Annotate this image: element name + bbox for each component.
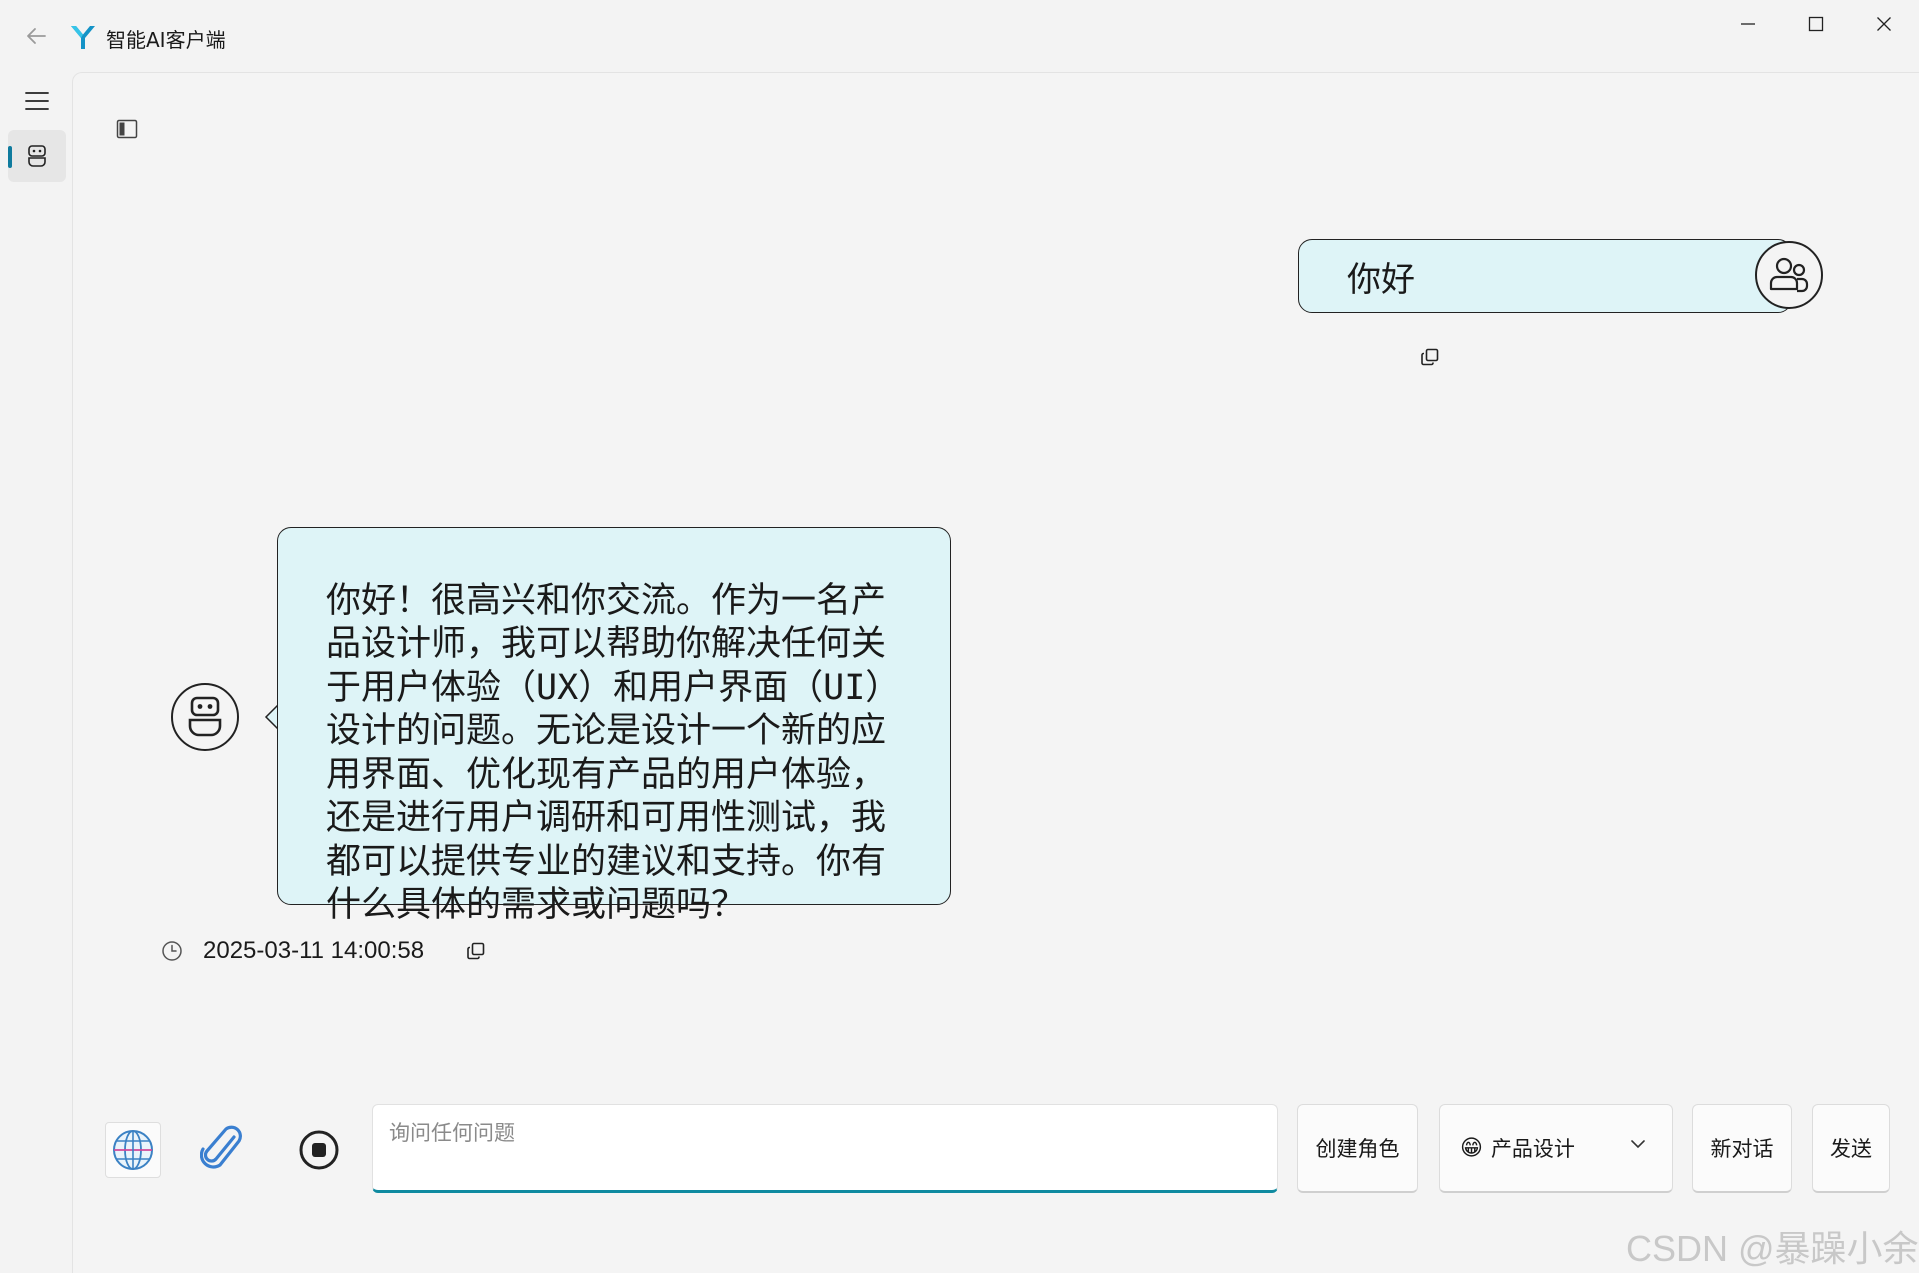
window-title: 智能AI客户端 — [106, 28, 226, 52]
grin-emoji-icon: 😁 — [1460, 1135, 1483, 1161]
send-label: 发送 — [1830, 1137, 1872, 1161]
message-timestamp: 2025-03-11 14:00:58 — [203, 937, 425, 964]
stop-icon — [299, 1130, 339, 1170]
users-icon — [1769, 257, 1809, 293]
app-logo-icon — [68, 22, 98, 52]
create-role-button[interactable]: 创建角色 — [1297, 1104, 1418, 1193]
role-select[interactable]: 😁 产品设计 — [1439, 1104, 1673, 1193]
watermark-text: CSDN @暴躁小余 — [1626, 1228, 1919, 1269]
arrow-left-icon — [27, 28, 46, 44]
copy-bot-message-button[interactable] — [464, 939, 488, 963]
hamburger-icon — [25, 92, 49, 110]
nav-item-assistant[interactable] — [8, 130, 66, 182]
chat-panel: 你好 你好！很高兴和你交流。作为一名产 品设计师，我可以帮助你解决任何关 于用户… — [72, 72, 1919, 1273]
nav-selected-indicator — [8, 146, 12, 168]
back-button[interactable] — [18, 18, 54, 54]
minimize-button[interactable] — [1714, 0, 1782, 48]
user-message-bubble: 你好 — [1298, 239, 1792, 313]
user-message-text: 你好 — [1347, 259, 1415, 300]
new-chat-label: 新对话 — [1710, 1137, 1774, 1161]
attach-file-button[interactable] — [195, 1122, 251, 1178]
paperclip-icon — [200, 1125, 242, 1169]
chevron-down-icon — [1631, 1140, 1645, 1149]
robot-icon — [28, 145, 46, 167]
maximize-button[interactable] — [1782, 0, 1850, 48]
bot-message-bubble: 你好！很高兴和你交流。作为一名产 品设计师，我可以帮助你解决任何关 于用户体验（… — [277, 527, 951, 925]
send-button[interactable]: 发送 — [1812, 1104, 1890, 1193]
minimize-icon — [1741, 23, 1755, 25]
user-avatar — [1755, 241, 1823, 309]
bot-avatar — [171, 683, 239, 751]
role-select-value: 产品设计 — [1490, 1137, 1575, 1161]
web-search-button[interactable] — [105, 1122, 161, 1178]
robot-icon — [188, 696, 222, 737]
side-panel-icon — [116, 119, 138, 139]
close-button[interactable] — [1850, 0, 1918, 48]
title-bar: 智能AI客户端 — [0, 0, 1919, 72]
nav-rail — [0, 72, 72, 1273]
copy-user-message-button[interactable] — [1418, 345, 1442, 369]
create-role-label: 创建角色 — [1315, 1137, 1400, 1161]
maximize-icon — [1808, 16, 1824, 32]
copy-icon — [1421, 348, 1439, 366]
message-input[interactable] — [389, 1117, 1249, 1151]
message-input-box[interactable] — [372, 1104, 1278, 1193]
copy-icon — [467, 942, 485, 960]
toggle-pane-button[interactable] — [113, 115, 141, 143]
close-icon — [1877, 17, 1891, 31]
new-chat-button[interactable]: 新对话 — [1692, 1104, 1792, 1193]
clock-icon — [159, 938, 185, 964]
bot-message-text: 你好！很高兴和你交流。作为一名产 品设计师，我可以帮助你解决任何关 于用户体验（… — [326, 580, 901, 926]
menu-button[interactable] — [12, 78, 62, 124]
bot-message-meta: 2025-03-11 14:00:58 — [159, 935, 488, 967]
globe-icon — [113, 1130, 153, 1170]
stop-generation-button[interactable] — [291, 1122, 347, 1178]
